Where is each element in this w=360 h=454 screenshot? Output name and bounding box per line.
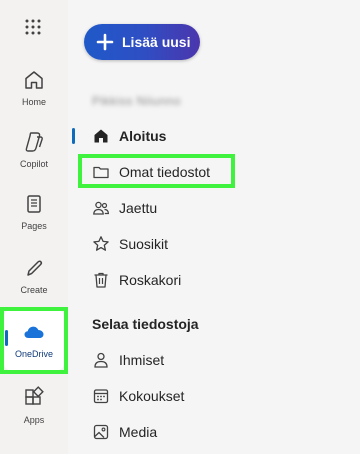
apps-icon [22, 386, 46, 410]
rail-item-label: Create [20, 285, 48, 295]
nav-item-my-files[interactable]: Omat tiedostot [92, 160, 210, 184]
person-icon [92, 351, 110, 369]
rail-item-label: Home [21, 97, 46, 107]
rail-item-onedrive[interactable]: OneDrive [0, 314, 68, 370]
user-name: Pikkiss Niiunno [92, 94, 181, 108]
rail-item-label: Apps [23, 415, 45, 425]
nav-item-people[interactable]: Ihmiset [92, 348, 164, 372]
nav-item-label: Ihmiset [119, 352, 165, 368]
folder-icon [92, 163, 110, 181]
nav-item-shared[interactable]: Jaettu [92, 196, 157, 220]
nav-item-label: Omat tiedostot [119, 164, 211, 180]
rail-item-label: Pages [21, 221, 47, 231]
rail-item-label: OneDrive [14, 349, 53, 359]
plus-icon [96, 33, 114, 51]
nav-item-media[interactable]: Media [92, 420, 157, 444]
nav-item-label: Jaettu [119, 200, 158, 216]
rail-item-home[interactable]: Home [0, 62, 68, 118]
browse-files-heading: Selaa tiedostoja [92, 316, 199, 332]
nav-item-label: Kokoukset [119, 388, 185, 404]
people-icon [92, 199, 110, 217]
image-icon [92, 423, 110, 441]
nav-item-recycle-bin[interactable]: Roskakori [92, 268, 181, 292]
home-icon [92, 127, 110, 145]
home-icon [22, 68, 46, 92]
nav-item-favorites[interactable]: Suosikit [92, 232, 168, 256]
create-icon [22, 256, 46, 280]
nav-item-label: Media [119, 424, 158, 440]
nav-item-label: Aloitus [119, 128, 167, 144]
add-new-button[interactable]: Lisää uusi [84, 24, 200, 60]
rail-item-copilot[interactable]: Copilot [0, 124, 68, 180]
nav-item-label: Roskakori [119, 272, 182, 288]
nav-item-meetings[interactable]: Kokoukset [92, 384, 184, 408]
rail-item-label: Copilot [19, 159, 48, 169]
rail-item-create[interactable]: Create [0, 250, 68, 306]
onedrive-icon [22, 320, 46, 344]
pages-icon [22, 192, 46, 216]
nav-selection-indicator [72, 128, 75, 144]
star-icon [92, 235, 110, 253]
add-new-button-label: Lisää uusi [122, 34, 191, 50]
rail-item-pages[interactable]: Pages [0, 186, 68, 242]
app-launcher-icon[interactable] [24, 18, 42, 36]
nav-item-home[interactable]: Aloitus [92, 124, 166, 148]
trash-icon [92, 271, 110, 289]
calendar-icon [92, 387, 110, 405]
rail-item-apps[interactable]: Apps [0, 380, 68, 436]
nav-item-label: Suosikit [119, 236, 169, 252]
copilot-icon [22, 130, 46, 154]
